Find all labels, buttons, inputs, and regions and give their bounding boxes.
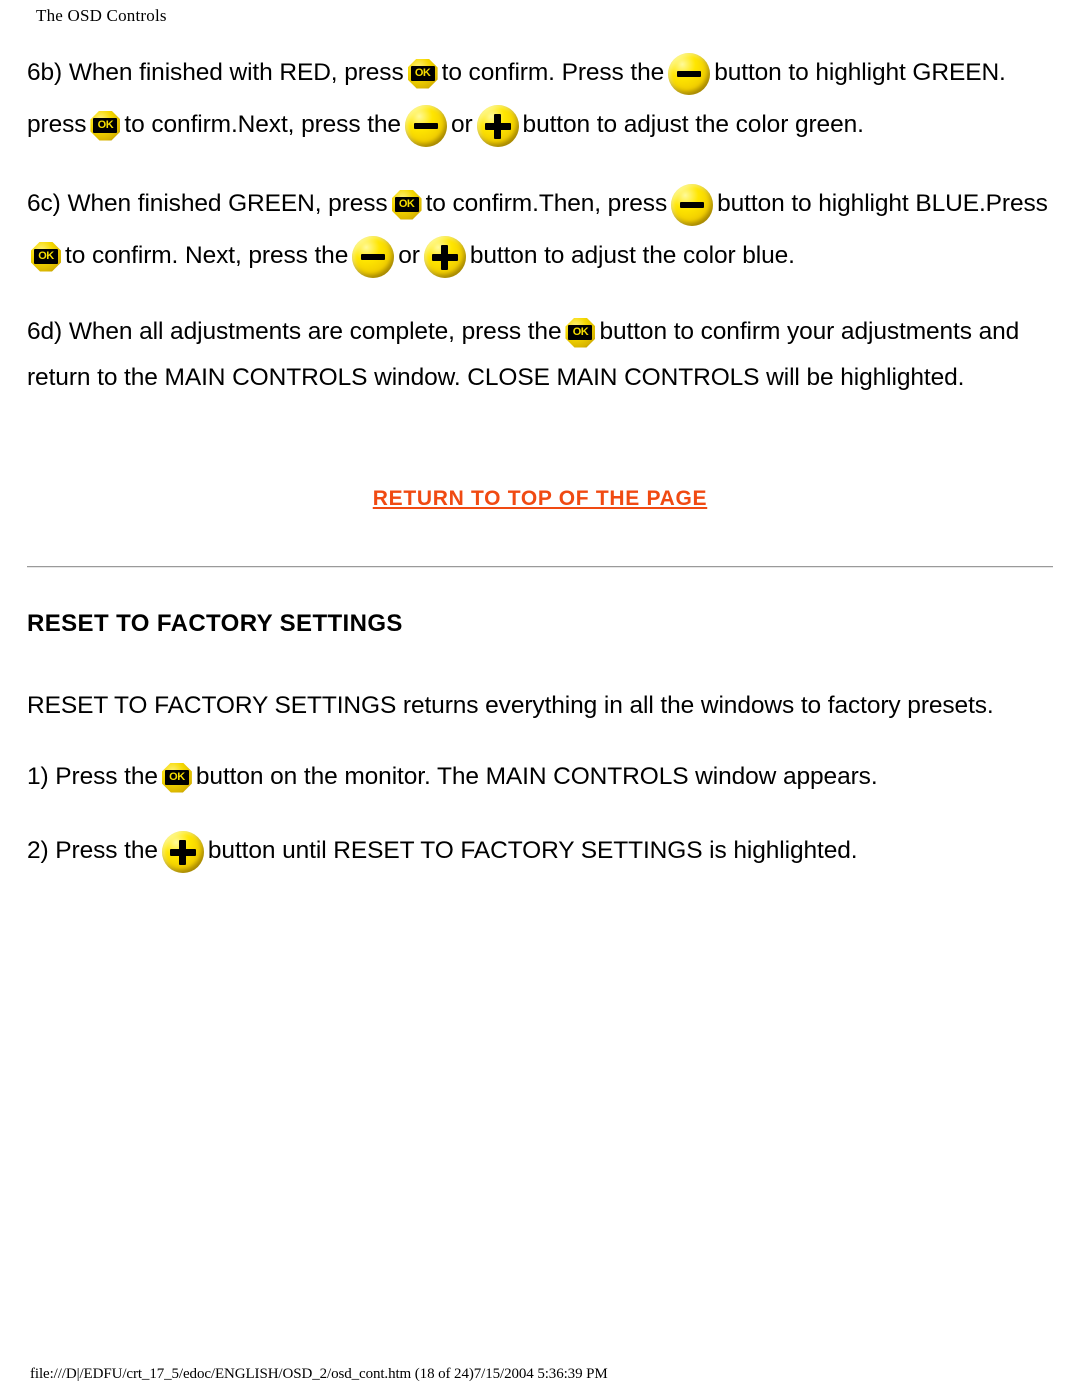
ok-button-plate: OK bbox=[568, 324, 593, 340]
step-6b-text-d: press bbox=[27, 111, 87, 138]
step-6d-line-1: 6d) When all adjustments are complete, p… bbox=[27, 309, 1053, 355]
return-to-top-link[interactable]: RETURN TO TOP OF THE PAGE bbox=[373, 487, 707, 510]
ok-button-icon[interactable]: OK bbox=[90, 110, 121, 141]
step-6c-paragraph: 6c) When finished GREEN, press OK to confi… bbox=[27, 178, 1053, 282]
plus-glyph bbox=[162, 831, 204, 873]
ok-button-label: OK bbox=[169, 770, 185, 783]
reset-description-line: RESET TO FACTORY SETTINGS returns everyt… bbox=[27, 672, 1053, 740]
minus-button-icon[interactable] bbox=[404, 104, 447, 147]
step-6b-text-b: to confirm. Press the bbox=[441, 59, 665, 86]
step-6c-text-d: to confirm. Next, press the bbox=[65, 242, 349, 269]
ok-button-label: OK bbox=[572, 325, 589, 338]
return-to-top-container: RETURN TO TOP OF THE PAGE bbox=[0, 487, 1080, 511]
step-6b-text-g: button to adjust the color green. bbox=[522, 111, 864, 138]
step-6b-text-e: to confirm.Next, press the bbox=[124, 111, 401, 138]
reset-step-1-text-b: button on the monitor. The MAIN CONTROLS… bbox=[195, 763, 878, 790]
minus-button-icon[interactable] bbox=[352, 235, 395, 278]
reset-step-2-line: 2) Press the button until RESET TO FACTOR… bbox=[27, 814, 1053, 888]
minus-glyph bbox=[671, 184, 713, 226]
ok-button-label: OK bbox=[38, 249, 54, 262]
page-header-title: The OSD Controls bbox=[36, 6, 167, 25]
step-6d-text-a: 6d) When all adjustments are complete, p… bbox=[27, 318, 562, 345]
section-heading: RESET TO FACTORY SETTINGS bbox=[27, 610, 403, 637]
section-divider bbox=[27, 566, 1053, 568]
minus-glyph bbox=[668, 53, 710, 95]
step-6c-text-a: 6c) When finished GREEN, press bbox=[27, 190, 388, 217]
step-6d-text-b: button to confirm your adjustments and bbox=[599, 318, 1020, 345]
reset-section-content: RESET TO FACTORY SETTINGS returns everyt… bbox=[27, 672, 1053, 888]
step-6d-text-c: return to the MAIN CONTROLS window. CLOS… bbox=[27, 364, 965, 391]
step-6b-line-1: 6b) When finished with RED, press OK to co… bbox=[27, 47, 1053, 99]
minus-button-icon[interactable] bbox=[668, 52, 711, 95]
minus-button-icon[interactable] bbox=[671, 183, 714, 226]
ok-button-label: OK bbox=[414, 66, 431, 79]
step-6c-line-2: OK to confirm. Next, press the or button to… bbox=[27, 230, 1053, 282]
step-6c-text-b: to confirm.Then, press bbox=[425, 190, 668, 217]
step-6b-text-f: or bbox=[450, 111, 473, 138]
reset-description-text: RESET TO FACTORY SETTINGS returns everyt… bbox=[27, 692, 994, 719]
plus-glyph bbox=[424, 236, 466, 278]
instructions-content: 6b) When finished with RED, press OK to co… bbox=[27, 47, 1053, 401]
reset-step-2-text-b: button until RESET TO FACTORY SETTINGS i… bbox=[207, 837, 858, 864]
reset-description-paragraph: RESET TO FACTORY SETTINGS returns everyt… bbox=[27, 672, 1053, 888]
reset-step-1-text-a: 1) Press the bbox=[27, 763, 158, 790]
plus-button-icon[interactable] bbox=[161, 830, 204, 873]
ok-button-plate: OK bbox=[93, 117, 118, 133]
plus-button-icon[interactable] bbox=[476, 104, 519, 147]
ok-button-icon[interactable]: OK bbox=[565, 317, 596, 348]
ok-button-plate: OK bbox=[410, 65, 435, 81]
ok-button-plate: OK bbox=[34, 248, 58, 264]
ok-button-icon[interactable]: OK bbox=[407, 58, 438, 89]
minus-glyph bbox=[352, 236, 394, 278]
plus-glyph bbox=[477, 105, 519, 147]
step-6b-line-2: press OK to confirm.Next, press the or butto… bbox=[27, 99, 1053, 151]
reset-step-1-line: 1) Press the OK button on the monitor. The… bbox=[27, 740, 1053, 814]
ok-button-label: OK bbox=[97, 118, 114, 131]
ok-button-plate: OK bbox=[164, 769, 189, 785]
minus-glyph bbox=[405, 105, 447, 147]
reset-step-2-text-a: 2) Press the bbox=[27, 837, 158, 864]
step-6c-text-e: or bbox=[398, 242, 420, 269]
ok-button-icon[interactable]: OK bbox=[31, 241, 61, 272]
step-6b-text-a: 6b) When finished with RED, press bbox=[27, 59, 404, 86]
step-6d-paragraph: 6d) When all adjustments are complete, p… bbox=[27, 309, 1053, 401]
step-6c-text-c: button to highlight BLUE.Press bbox=[717, 190, 1048, 217]
step-6b-text-c: button to highlight GREEN. bbox=[714, 59, 1006, 86]
ok-button-label: OK bbox=[398, 197, 415, 210]
ok-button-icon[interactable]: OK bbox=[161, 762, 192, 793]
step-6b-paragraph: 6b) When finished with RED, press OK to co… bbox=[27, 47, 1053, 151]
step-6d-line-2: return to the MAIN CONTROLS window. CLOS… bbox=[27, 355, 1053, 401]
step-6c-text-f: button to adjust the color blue. bbox=[469, 242, 795, 269]
step-6c-line-1: 6c) When finished GREEN, press OK to confi… bbox=[27, 178, 1053, 230]
plus-button-icon[interactable] bbox=[423, 235, 466, 278]
ok-button-icon[interactable]: OK bbox=[391, 189, 422, 220]
ok-button-plate: OK bbox=[394, 196, 419, 212]
footer-path: file:///D|/EDFU/crt_17_5/edoc/ENGLISH/OS… bbox=[30, 1366, 608, 1382]
